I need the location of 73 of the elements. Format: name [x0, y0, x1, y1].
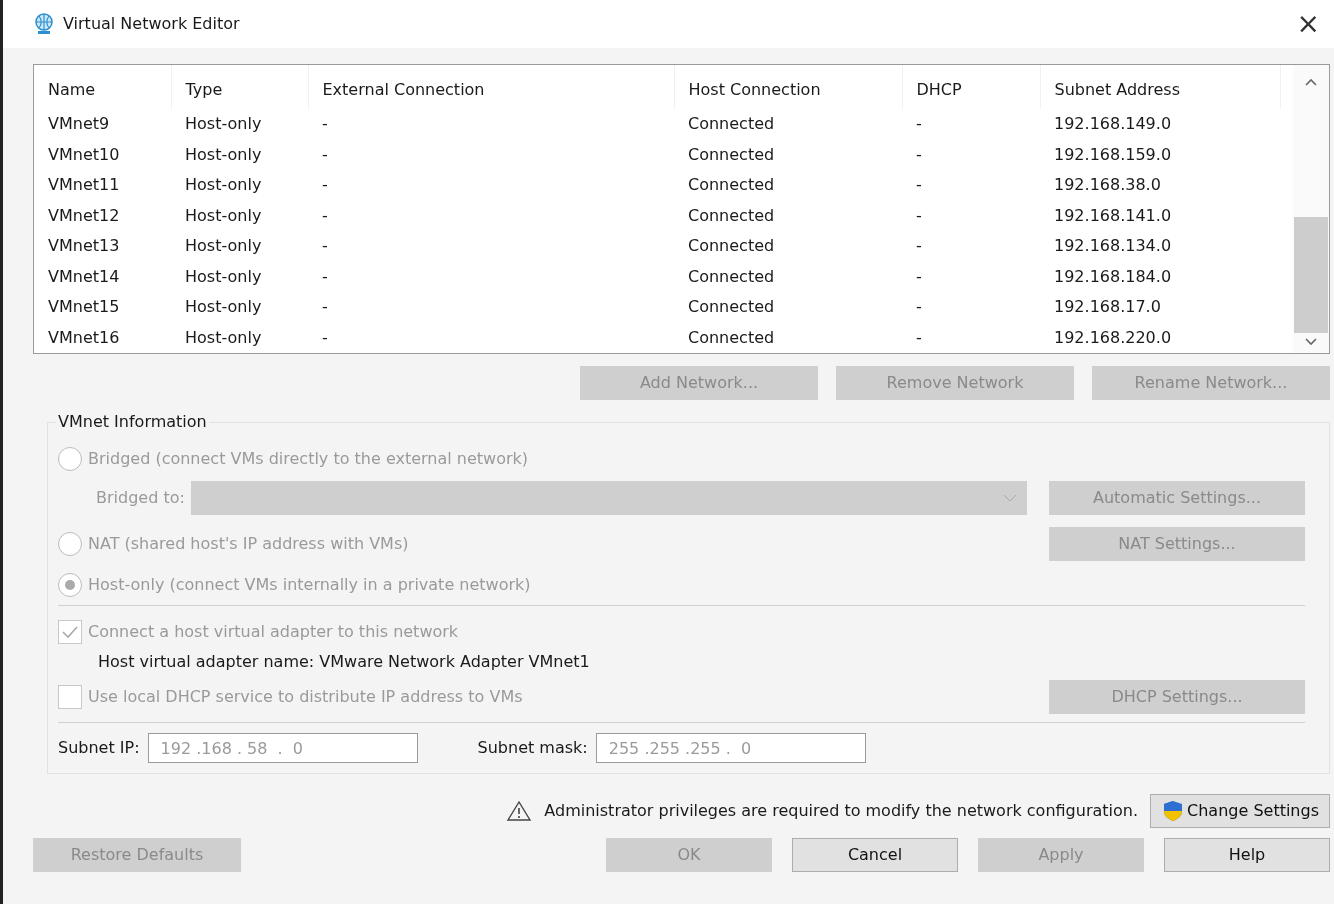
table-cell: -	[902, 108, 1040, 140]
table-cell-text: -	[321, 265, 329, 288]
scroll-thumb[interactable]	[1294, 217, 1328, 333]
table-cell-text: Connected	[687, 143, 776, 166]
table-cell-text: Connected	[687, 174, 776, 197]
table-cell: -	[308, 108, 674, 140]
table-cell-text: 192.168.159.0	[1053, 143, 1173, 166]
table-cell-text: Host-only	[184, 235, 263, 258]
ip-address-field[interactable]: 255 .255 .255 . 0	[595, 733, 866, 763]
column-header[interactable]: Type	[171, 65, 308, 109]
change-settings-button[interactable]: Change Settings	[1150, 794, 1330, 828]
table-cell-text: 192.168.17.0	[1053, 296, 1162, 319]
table-cell-text: -	[915, 296, 923, 319]
column-header[interactable]: External Connection	[308, 65, 674, 109]
window-title: Virtual Network Editor	[63, 13, 240, 35]
table-cell-text: -	[321, 326, 329, 349]
column-header[interactable]: Host Connection	[674, 65, 902, 109]
table-cell-text: Host-only	[184, 204, 263, 227]
field-label: Subnet IP:	[58, 737, 140, 759]
table-cell-text: Connected	[687, 235, 776, 258]
table-cell-text: Host-only	[184, 174, 263, 197]
table-cell-text: 192.168.141.0	[1053, 204, 1173, 227]
warning-text: Administrator privileges are required to modify the network configuration.	[544, 800, 1139, 822]
table-cell-text: Host-only	[184, 326, 263, 349]
table-cell-text: -	[321, 143, 329, 166]
table-cell-text: Connected	[687, 265, 776, 288]
table-cell-text: -	[321, 296, 329, 319]
field-label: Bridged to:	[96, 487, 185, 509]
table-cell-text: -	[915, 235, 923, 258]
close-button[interactable]: ×	[1292, 10, 1324, 38]
table-cell-text: Connected	[687, 326, 776, 349]
table-cell: VMnet9	[34, 108, 171, 140]
column-header[interactable]: DHCP	[902, 65, 1040, 109]
dialog-button[interactable]: Cancel	[792, 838, 958, 872]
table-cell-text: 192.168.184.0	[1053, 265, 1173, 288]
table-cell-text: Connected	[687, 296, 776, 319]
table-cell-text: VMnet14	[47, 265, 121, 288]
table-cell-text: -	[915, 204, 923, 227]
table-cell: Connected	[674, 108, 902, 140]
table-cell-text: -	[321, 174, 329, 197]
dialog-button[interactable]: Help	[1164, 838, 1330, 872]
table-cell-text: -	[321, 235, 329, 258]
scroll-up-icon[interactable]	[1304, 77, 1318, 87]
table-cell-text: VMnet15	[47, 296, 121, 319]
column-header[interactable]: Subnet Address	[1040, 65, 1280, 109]
table-cell-text: 192.168.38.0	[1053, 174, 1162, 197]
scrollbar[interactable]	[1293, 65, 1329, 353]
scroll-down-icon[interactable]	[1304, 337, 1318, 347]
table-cell-text: -	[915, 326, 923, 349]
table-cell-text: VMnet16	[47, 326, 121, 349]
warning-icon	[506, 800, 533, 822]
table-cell-text: VMnet11	[47, 174, 121, 197]
field-label: Subnet mask:	[477, 737, 588, 759]
table-cell-text: VMnet13	[47, 235, 121, 258]
table-cell-text: -	[915, 265, 923, 288]
table-cell-text: Host-only	[184, 296, 263, 319]
table-cell-text: 192.168.220.0	[1053, 326, 1173, 349]
adapter-name: Host virtual adapter name: VMware Network Adapter VMnet1	[97, 651, 591, 673]
table-cell: Host-only	[171, 108, 308, 140]
table-cell: 192.168.149.0	[1040, 108, 1280, 140]
column-header[interactable]: Name	[34, 65, 171, 109]
table-cell-text: Host-only	[184, 265, 263, 288]
table-cell-text: -	[915, 174, 923, 197]
caret-icon	[1003, 494, 1017, 502]
table-cell-text: -	[915, 143, 923, 166]
table-cell-text: VMnet10	[47, 143, 121, 166]
globe-icon	[33, 13, 55, 35]
table-cell-text: Connected	[687, 204, 776, 227]
table-cell-text: Host-only	[184, 143, 263, 166]
table-cell-text: VMnet12	[47, 204, 121, 227]
table-cell-text: 192.168.134.0	[1053, 235, 1173, 258]
table-cell-text: -	[321, 204, 329, 227]
ip-address-field[interactable]: 192 .168 . 58 . 0	[147, 733, 418, 763]
